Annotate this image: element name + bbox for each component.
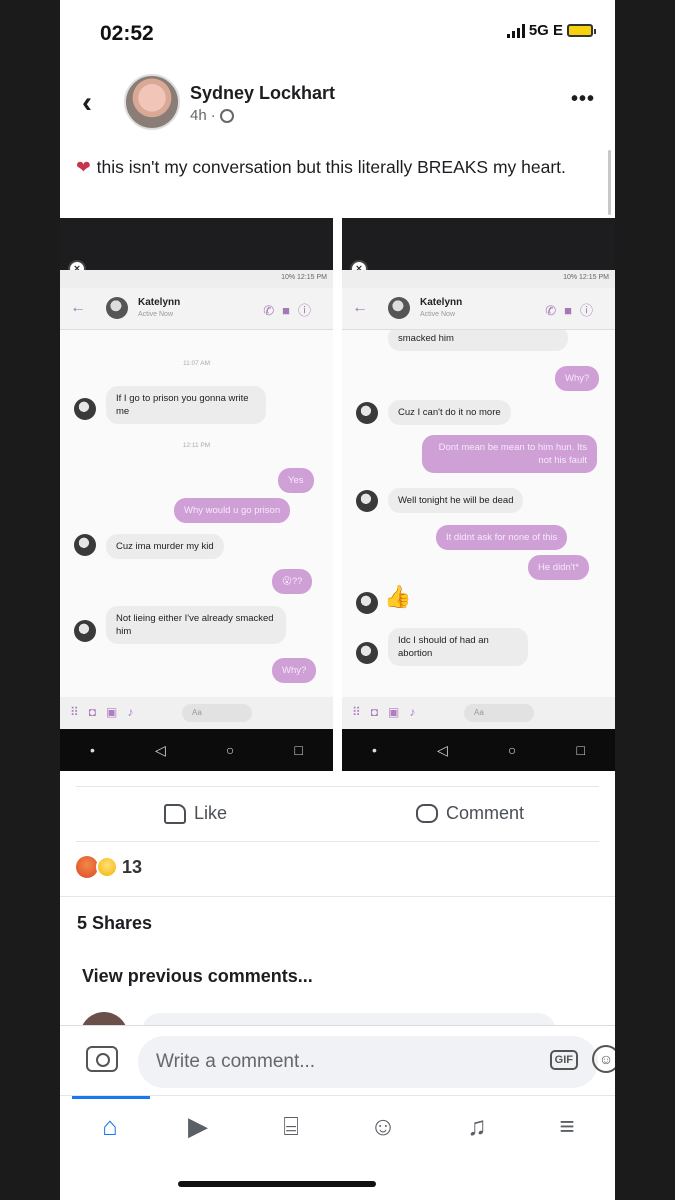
status-indicators: 5G E bbox=[506, 22, 596, 39]
android-navbar: • ◁ ○ □ bbox=[60, 729, 333, 771]
signal-icon bbox=[506, 23, 525, 38]
battery-icon bbox=[567, 24, 596, 37]
screenshot-status: 10% 12:15 PM bbox=[60, 270, 333, 288]
camera-icon[interactable] bbox=[86, 1046, 118, 1072]
post-images[interactable]: × 10% 12:15 PM ← Katelynn Active Now ✆■ⓘ… bbox=[60, 218, 615, 771]
post-time: 4h bbox=[190, 107, 207, 124]
post-actions: Like Comment bbox=[76, 786, 599, 842]
more-options-icon[interactable]: ••• bbox=[571, 88, 595, 111]
notifications-bell-icon[interactable]: ♫ bbox=[457, 1108, 497, 1144]
comment-placeholder: Write a comment... bbox=[156, 1051, 316, 1072]
comment-bubble-icon bbox=[416, 804, 438, 823]
chat-toolbar: ⠿◘▣♪ Aa bbox=[342, 697, 615, 729]
groups-icon[interactable]: ☺ bbox=[363, 1108, 403, 1144]
screenshot-top-black bbox=[342, 218, 615, 270]
caption-text: this isn't my conversation but this lite… bbox=[96, 157, 566, 177]
reactions-summary[interactable]: 13 bbox=[76, 856, 142, 878]
view-previous-comments[interactable]: View previous comments... bbox=[82, 966, 313, 987]
back-arrow-icon: ← bbox=[70, 299, 86, 316]
message-out: Dont mean be mean to him hun. Its not hi… bbox=[422, 435, 597, 473]
message-avatar bbox=[356, 402, 378, 424]
message-out: Yes bbox=[278, 468, 314, 493]
contact-name: Katelynn bbox=[138, 297, 181, 308]
post-caption: ❤ this isn't my conversation but this lit… bbox=[76, 155, 586, 180]
back-arrow-icon: ← bbox=[352, 299, 368, 316]
author-name[interactable]: Sydney Lockhart bbox=[190, 83, 335, 104]
status-bar: 02:52 5G E bbox=[60, 0, 615, 66]
contact-name: Katelynn bbox=[420, 297, 463, 308]
contact-avatar bbox=[388, 297, 410, 319]
message-in: Cuz ima murder my kid bbox=[106, 534, 224, 559]
back-arrow-icon[interactable]: ‹ bbox=[82, 88, 92, 118]
emoji-icon[interactable]: ☺ bbox=[592, 1045, 615, 1073]
home-indicator bbox=[178, 1181, 376, 1187]
message-avatar bbox=[356, 592, 378, 614]
thumbs-up-icon bbox=[164, 803, 186, 824]
like-label: Like bbox=[194, 803, 228, 823]
reaction-count: 13 bbox=[122, 856, 143, 877]
chat-toolbar: ⠿◘▣♪ Aa bbox=[60, 697, 333, 729]
message-avatar bbox=[356, 642, 378, 664]
home-icon[interactable]: ⌂ bbox=[90, 1108, 130, 1144]
scrollbar[interactable] bbox=[608, 150, 611, 215]
comment-label: Comment bbox=[446, 803, 525, 823]
chat-input: Aa bbox=[182, 704, 252, 722]
message-in: Cuz I can't do it no more bbox=[388, 400, 511, 425]
separator-dot: · bbox=[210, 107, 216, 124]
angry-reaction-icon bbox=[76, 856, 98, 878]
screenshot-top-black bbox=[60, 218, 333, 270]
globe-icon bbox=[219, 108, 234, 123]
chat-header: ← Katelynn Active Now ✆■ⓘ bbox=[60, 288, 333, 330]
bottom-tab-bar: ⌂ ▶ ⌸ ☺ ♫ ≡ bbox=[60, 1095, 615, 1155]
active-tab-indicator bbox=[72, 1096, 150, 1099]
message-out: He didn't* bbox=[528, 555, 589, 580]
message-out: Why? bbox=[555, 366, 600, 391]
network-label: 5G E bbox=[528, 22, 563, 39]
post-header: ‹ Sydney Lockhart 4h · ••• bbox=[60, 70, 615, 140]
comment-button[interactable]: Comment bbox=[416, 803, 524, 824]
author-avatar[interactable] bbox=[124, 74, 180, 130]
screenshot-left[interactable]: × 10% 12:15 PM ← Katelynn Active Now ✆■ⓘ… bbox=[60, 218, 333, 771]
screenshot-right[interactable]: × 10% 12:15 PM smacked him ← Katelynn Ac… bbox=[342, 218, 615, 771]
like-button[interactable]: Like bbox=[164, 803, 227, 824]
comment-composer: Write a comment... GIF ☺ bbox=[60, 1025, 615, 1095]
call-video-info-icons: ✆■ⓘ bbox=[545, 303, 601, 318]
message-in: Not lieing either I've already smacked h… bbox=[106, 606, 286, 644]
clock: 02:52 bbox=[100, 22, 154, 45]
message-avatar bbox=[74, 534, 96, 556]
shares-count[interactable]: 5 Shares bbox=[77, 913, 152, 934]
message-avatar bbox=[74, 620, 96, 642]
message-out: It didnt ask for none of this bbox=[436, 525, 568, 550]
call-video-info-icons: ✆■ⓘ bbox=[263, 303, 319, 318]
chat-input: Aa bbox=[464, 704, 534, 722]
message-in: Idc I should of had an abortion bbox=[388, 628, 528, 666]
phone-screen: 02:52 5G E ‹ Sydney Lockhart 4h · ••• ❤ t… bbox=[60, 0, 615, 1200]
broken-heart-icon: ❤ bbox=[76, 157, 91, 177]
chat-header: ← Katelynn Active Now ✆■ⓘ bbox=[342, 288, 615, 330]
message-out: Why? bbox=[272, 658, 317, 683]
android-navbar: • ◁ ○ □ bbox=[342, 729, 615, 771]
timestamp: 12:11 PM bbox=[182, 442, 211, 449]
screenshot-status: 10% 12:15 PM bbox=[342, 270, 615, 288]
message-avatar bbox=[74, 398, 96, 420]
message-in: If I go to prison you gonna write me bbox=[106, 386, 266, 424]
message-in: Well tonight he will be dead bbox=[388, 488, 524, 513]
marketplace-icon[interactable]: ⌸ bbox=[271, 1108, 311, 1144]
post-meta: 4h · bbox=[190, 107, 234, 124]
timestamp: 11:07 AM bbox=[183, 360, 210, 367]
comment-input[interactable]: Write a comment... GIF ☺ bbox=[138, 1036, 615, 1088]
sad-reaction-icon bbox=[96, 856, 118, 878]
menu-icon[interactable]: ≡ bbox=[547, 1108, 587, 1144]
message-avatar bbox=[356, 490, 378, 512]
contact-status: Active Now bbox=[420, 311, 456, 318]
message-out: 😮?? bbox=[272, 569, 313, 594]
video-icon[interactable]: ▶ bbox=[178, 1108, 218, 1144]
contact-status: Active Now bbox=[138, 311, 174, 318]
gif-button[interactable]: GIF bbox=[549, 1050, 578, 1070]
thumbs-up-icon: 👍 bbox=[384, 584, 412, 609]
divider bbox=[60, 896, 615, 897]
message-out: Why would u go prison bbox=[174, 498, 291, 523]
contact-avatar bbox=[106, 297, 128, 319]
